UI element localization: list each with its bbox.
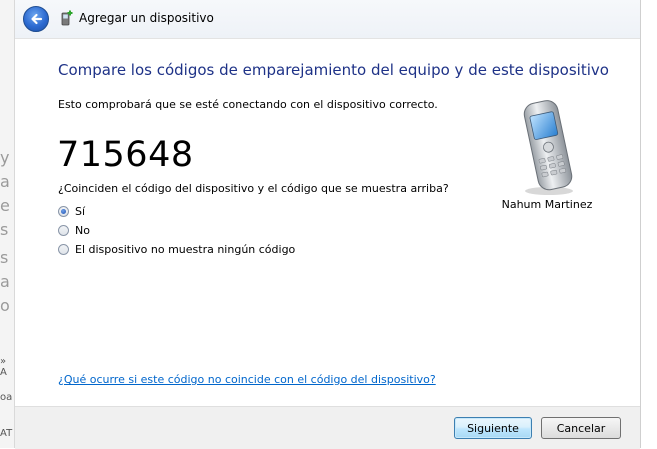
background-text-fragment: a [0, 172, 10, 191]
cancel-button[interactable]: Cancelar [541, 417, 621, 439]
add-device-dialog: Agregar un dispositivo Compare los códig… [14, 0, 641, 449]
option-yes[interactable]: Sí [58, 203, 85, 219]
option-no-code[interactable]: El dispositivo no muestra ningún código [58, 241, 295, 257]
option-no[interactable]: No [58, 222, 90, 238]
radio-yes[interactable] [58, 205, 69, 217]
option-yes-label[interactable]: Sí [75, 205, 85, 218]
option-no-code-label[interactable]: El dispositivo no muestra ningún código [75, 243, 295, 256]
background-text-fragment: s [0, 220, 9, 239]
dialog-footer: Siguiente Cancelar [15, 406, 640, 449]
background-text-fragment: e [0, 196, 10, 215]
background-text-fragment: oa [0, 392, 13, 403]
pairing-code: 715648 [57, 135, 194, 175]
background-text-fragment: a [0, 272, 10, 291]
background-text-fragment: o [0, 296, 10, 315]
add-device-icon [61, 10, 73, 26]
description-text: Esto comprobará que se esté conectando c… [58, 98, 438, 111]
device-name: Nahum Martinez [501, 198, 593, 211]
window-title: Agregar un dispositivo [79, 11, 214, 25]
page-heading: Compare los códigos de emparejamiento de… [58, 61, 609, 79]
help-link[interactable]: ¿Qué ocurre si este código no coincide c… [58, 373, 436, 386]
option-no-label[interactable]: No [75, 224, 90, 237]
back-arrow-icon [31, 13, 43, 25]
title-bar: Agregar un dispositivo [15, 0, 640, 38]
radio-no[interactable] [58, 224, 69, 236]
next-button[interactable]: Siguiente [454, 417, 532, 439]
background-text-fragment: AT [0, 428, 13, 439]
background-text-fragment: s [0, 248, 9, 267]
back-button[interactable] [23, 6, 49, 32]
match-question: ¿Coinciden el código del dispositivo y e… [58, 182, 449, 195]
radio-no-code[interactable] [58, 243, 69, 255]
background-text-fragment: y [0, 148, 10, 167]
content-area: Compare los códigos de emparejamiento de… [15, 38, 640, 407]
